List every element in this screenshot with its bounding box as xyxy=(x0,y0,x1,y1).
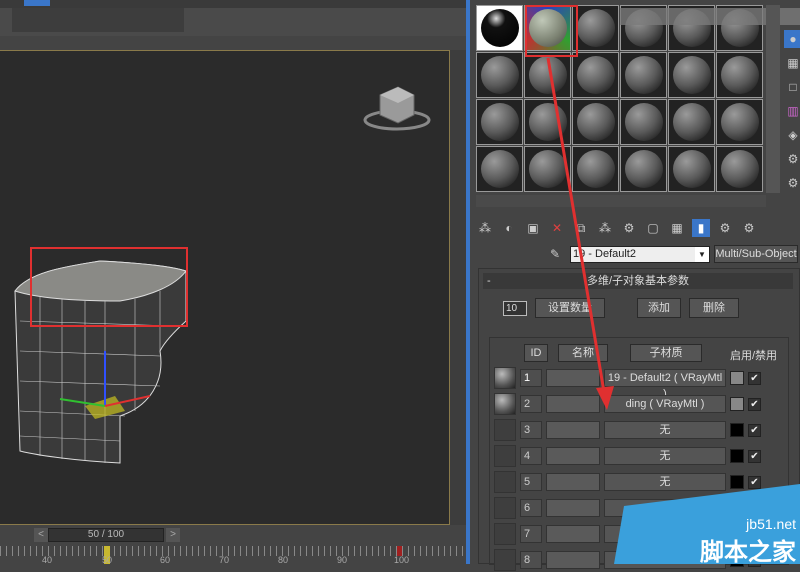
watermark: jb51.net 脚本之家 xyxy=(614,476,800,566)
watermark-url: jb51.net xyxy=(746,516,796,532)
watermark-name: 脚本之家 xyxy=(700,539,796,566)
